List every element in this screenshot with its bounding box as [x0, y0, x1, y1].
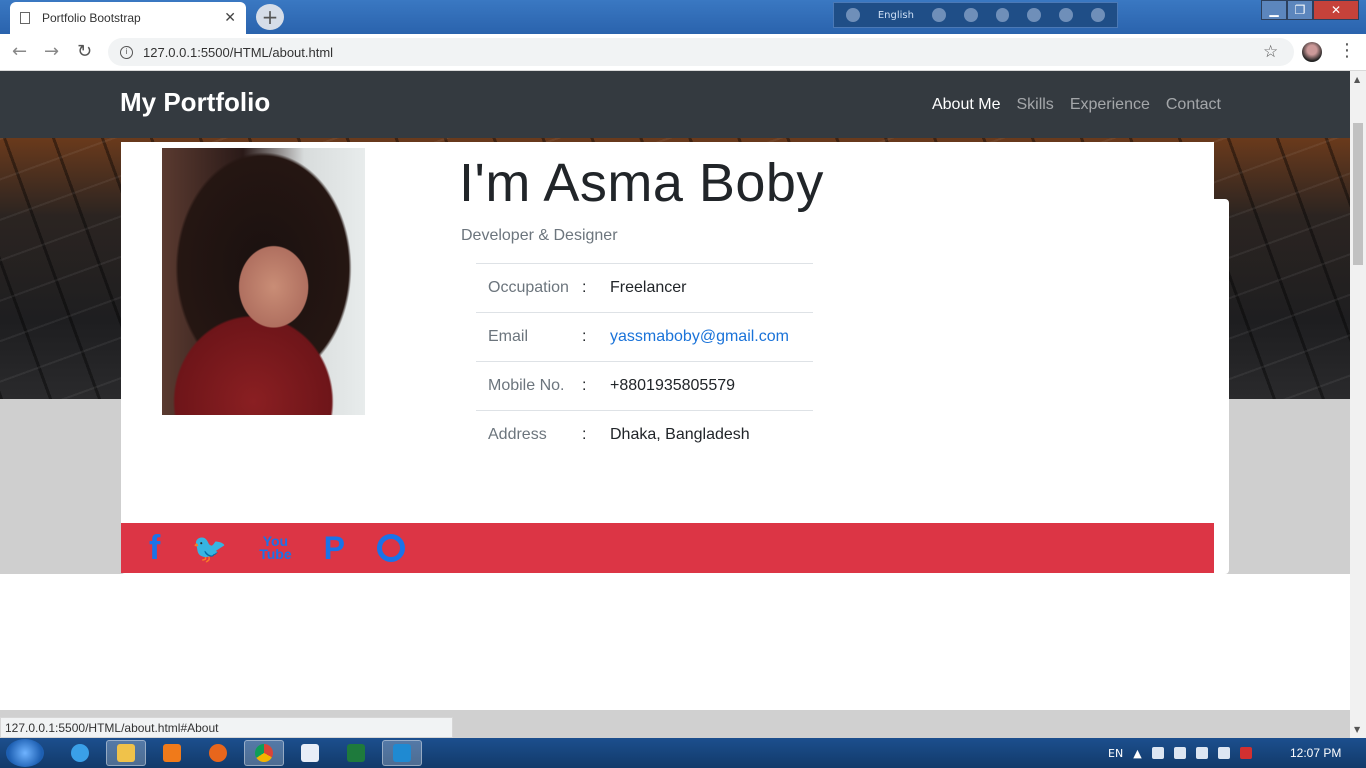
windows-taskbar: EN ▲ 12:07 PM	[0, 738, 1366, 768]
ie-icon[interactable]	[1027, 8, 1042, 22]
profile-subheading: Developer & Designer	[461, 227, 618, 244]
keyboard-icon[interactable]	[931, 8, 946, 22]
document-icon	[20, 12, 30, 24]
page-scrollbar[interactable]: ▲ ▼	[1350, 71, 1366, 739]
close-tab-icon[interactable]: ✕	[224, 10, 236, 26]
site-navbar: My Portfolio About Me Skills Experience …	[0, 71, 1350, 138]
tab-title: Portfolio Bootstrap	[42, 11, 141, 25]
page-viewport: My Portfolio About Me Skills Experience …	[0, 71, 1350, 710]
address-bar[interactable]: i 127.0.0.1:5500/HTML/about.html	[108, 38, 1294, 66]
reload-icon[interactable]: ↻	[77, 41, 92, 62]
scrollbar-thumb[interactable]	[1353, 123, 1363, 265]
back-arrow-icon[interactable]: ←	[12, 41, 27, 62]
nav-skills[interactable]: Skills	[1016, 96, 1053, 114]
info-label: Email	[488, 328, 529, 345]
browser-toolbar: ← → ↻ i 127.0.0.1:5500/HTML/about.html ☆…	[0, 34, 1366, 71]
forward-arrow-icon[interactable]: →	[44, 41, 59, 62]
twitter-icon[interactable]: 🐦	[192, 532, 227, 565]
taskbar-media-player[interactable]	[152, 740, 192, 766]
nav-experience[interactable]: Experience	[1070, 96, 1150, 114]
profile-info-table: Occupation : Freelancer Email : yassmabo…	[476, 263, 813, 459]
ime-icon[interactable]	[846, 8, 860, 22]
taskbar-excel[interactable]	[336, 740, 376, 766]
taskbar-explorer[interactable]	[106, 740, 146, 766]
system-tray: EN ▲	[1108, 738, 1252, 768]
info-value: Freelancer	[610, 279, 687, 296]
info-value: Dhaka, Bangladesh	[610, 426, 750, 443]
taskbar-clock[interactable]: 12:07 PM	[1290, 746, 1341, 760]
excel-icon	[347, 744, 365, 762]
browser-titlebar: Portfolio Bootstrap ✕ + English ▁ ❐ ✕	[0, 0, 1366, 34]
url-text: 127.0.0.1:5500/HTML/about.html	[143, 44, 334, 60]
info-row-occupation: Occupation : Freelancer	[476, 263, 813, 312]
word-icon	[301, 744, 319, 762]
minimize-button[interactable]: ▁	[1261, 0, 1287, 20]
info-row-email: Email : yassmaboby@gmail.com	[476, 312, 813, 361]
tray-expand-icon[interactable]: ▲	[1133, 747, 1141, 760]
nav-contact[interactable]: Contact	[1166, 96, 1221, 114]
chrome-icon	[255, 744, 273, 762]
link-status-bar: 127.0.0.1:5500/HTML/about.html#About	[0, 717, 453, 738]
info-separator: :	[582, 279, 587, 296]
vscode-icon	[393, 744, 411, 762]
tray-language[interactable]: EN	[1108, 747, 1123, 760]
nav-about-me[interactable]: About Me	[932, 96, 1000, 114]
browser-tab[interactable]: Portfolio Bootstrap ✕	[10, 2, 246, 34]
pinterest-icon[interactable]: P	[324, 530, 345, 567]
info-label: Mobile No.	[488, 377, 565, 394]
youtube-icon[interactable]: You Tube	[259, 534, 292, 562]
folder-icon	[117, 744, 135, 762]
start-button[interactable]	[6, 739, 44, 767]
github-icon[interactable]	[376, 534, 405, 562]
firefox-icon	[209, 744, 227, 762]
new-tab-button[interactable]: +	[256, 4, 284, 30]
scroll-down-icon[interactable]: ▼	[1354, 725, 1360, 734]
info-icon[interactable]	[1091, 8, 1106, 22]
info-separator: :	[582, 426, 587, 443]
media-player-icon	[163, 744, 181, 762]
tool-icon[interactable]	[963, 8, 978, 22]
info-label: Address	[488, 426, 547, 443]
language-label[interactable]: English	[878, 10, 914, 21]
security-icon[interactable]	[1239, 747, 1252, 759]
taskbar-firefox[interactable]	[198, 740, 238, 766]
site-nav: About Me Skills Experience Contact	[932, 96, 1221, 114]
profile-avatar[interactable]	[1302, 42, 1322, 62]
profile-heading: I'm Asma Boby	[459, 153, 824, 213]
info-separator: :	[582, 328, 587, 345]
taskbar-ie[interactable]	[60, 740, 100, 766]
help-icon[interactable]	[1059, 8, 1074, 22]
facebook-icon[interactable]: f	[149, 529, 160, 568]
internet-explorer-icon	[71, 744, 89, 762]
close-window-button[interactable]: ✕	[1313, 0, 1359, 20]
info-label: Occupation	[488, 279, 569, 296]
network-icon[interactable]	[1195, 747, 1208, 759]
site-brand[interactable]: My Portfolio	[120, 87, 270, 118]
about-card: I'm Asma Boby Developer & Designer Occup…	[121, 142, 1214, 523]
info-value: +8801935805579	[610, 377, 736, 394]
info-row-mobile: Mobile No. : +8801935805579	[476, 361, 813, 410]
youtube-icon-bottom: Tube	[259, 546, 292, 562]
social-bar: f 🐦 You Tube P	[121, 523, 1214, 573]
scroll-up-icon[interactable]: ▲	[1354, 75, 1360, 84]
battery-icon[interactable]	[1173, 747, 1186, 759]
taskbar-word[interactable]	[290, 740, 330, 766]
bookmark-star-icon[interactable]: ☆	[1263, 42, 1278, 62]
language-bar: English	[833, 2, 1118, 28]
info-row-address: Address : Dhaka, Bangladesh	[476, 410, 813, 459]
volume-icon[interactable]	[1217, 747, 1230, 759]
action-center-icon[interactable]	[1151, 747, 1164, 759]
maximize-button[interactable]: ❐	[1287, 0, 1313, 20]
taskbar-chrome[interactable]	[244, 740, 284, 766]
profile-photo	[162, 148, 365, 415]
settings-icon[interactable]	[995, 8, 1010, 22]
browser-menu-icon[interactable]: ⋮	[1338, 40, 1356, 61]
taskbar-vscode[interactable]	[382, 740, 422, 766]
info-separator: :	[582, 377, 587, 394]
email-link[interactable]: yassmaboby@gmail.com	[610, 328, 789, 346]
site-info-icon[interactable]: i	[120, 45, 133, 59]
